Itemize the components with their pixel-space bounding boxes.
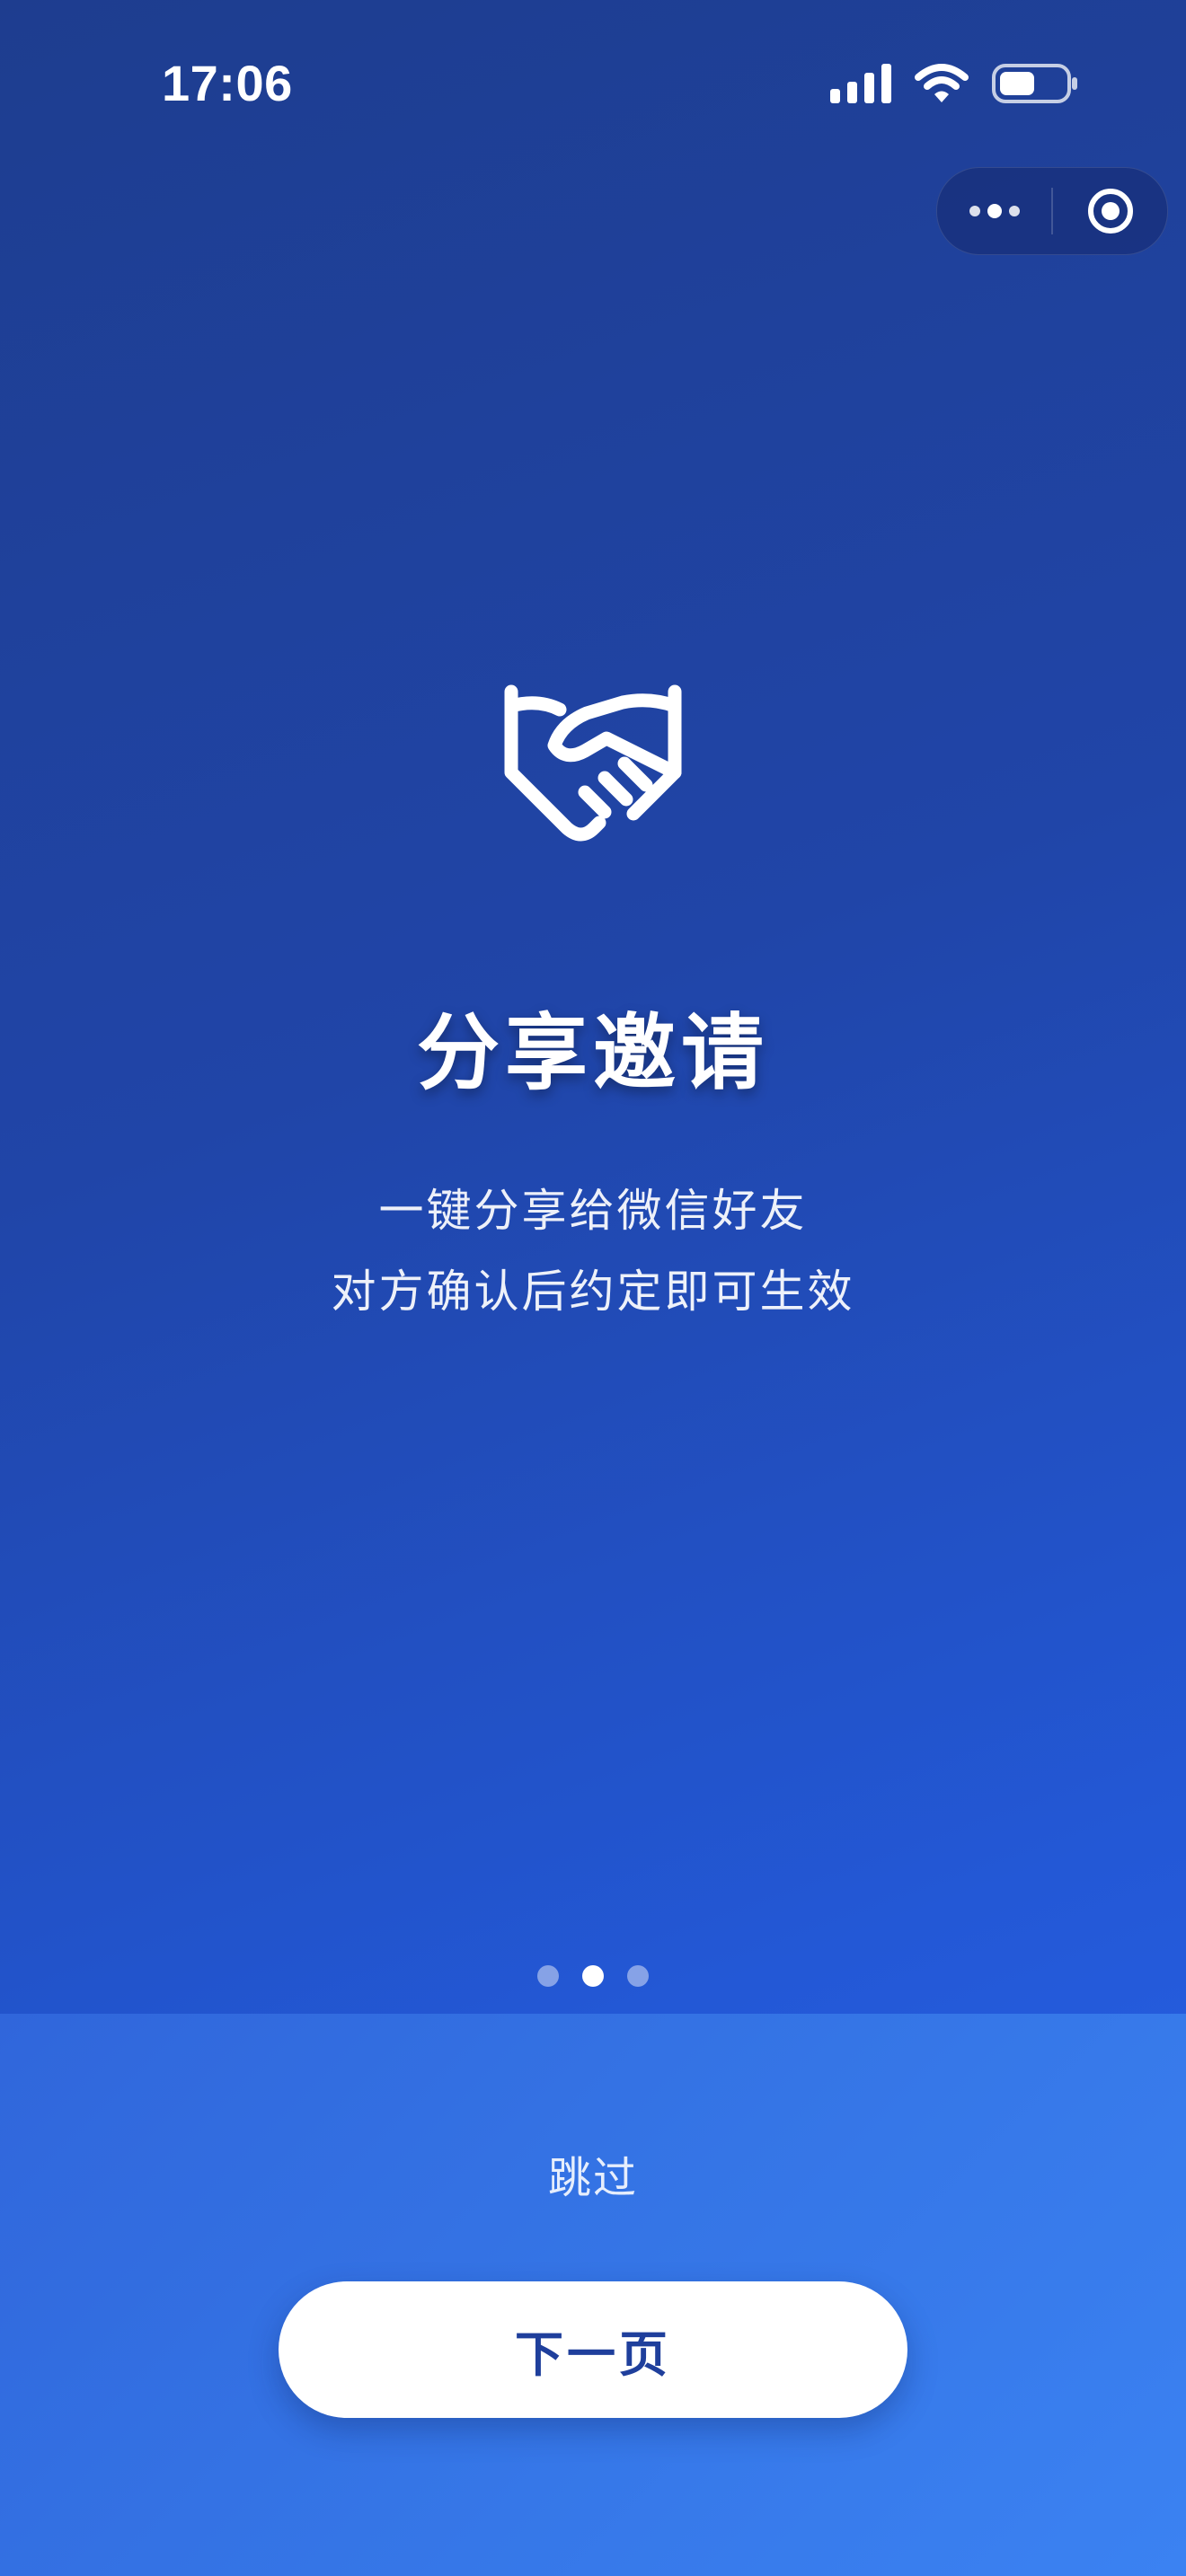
subtitle-line-2: 对方确认后约定即可生效: [331, 1266, 855, 1318]
close-button[interactable]: [1053, 168, 1167, 254]
signal-icon: [830, 64, 891, 103]
more-button[interactable]: [937, 168, 1051, 254]
status-time: 17:06: [162, 55, 293, 111]
close-target-icon: [1087, 189, 1133, 234]
more-dots-icon: [969, 204, 1020, 218]
subtitle-line-1: 一键分享给微信好友: [378, 1185, 808, 1237]
next-page-button[interactable]: 下一页: [279, 2281, 907, 2418]
status-icons: [830, 63, 1078, 104]
mini-program-capsule: [936, 167, 1168, 255]
pagination-dots: [0, 1965, 1186, 1987]
handshake-icon: [504, 684, 682, 842]
wifi-icon: [915, 64, 969, 102]
page-title: 分享邀请: [416, 1005, 769, 1101]
skip-link[interactable]: 跳过: [0, 2142, 1186, 2205]
battery-icon: [992, 64, 1077, 103]
page-dot-3[interactable]: [627, 1965, 649, 1987]
onboarding-screen: 17:06 分享邀请 一键分享给微信好友 对方确认后约定即可生效 跳过 下一页: [0, 0, 1186, 2576]
page-dot-2-active[interactable]: [582, 1965, 604, 1987]
page-dot-1[interactable]: [537, 1965, 559, 1987]
